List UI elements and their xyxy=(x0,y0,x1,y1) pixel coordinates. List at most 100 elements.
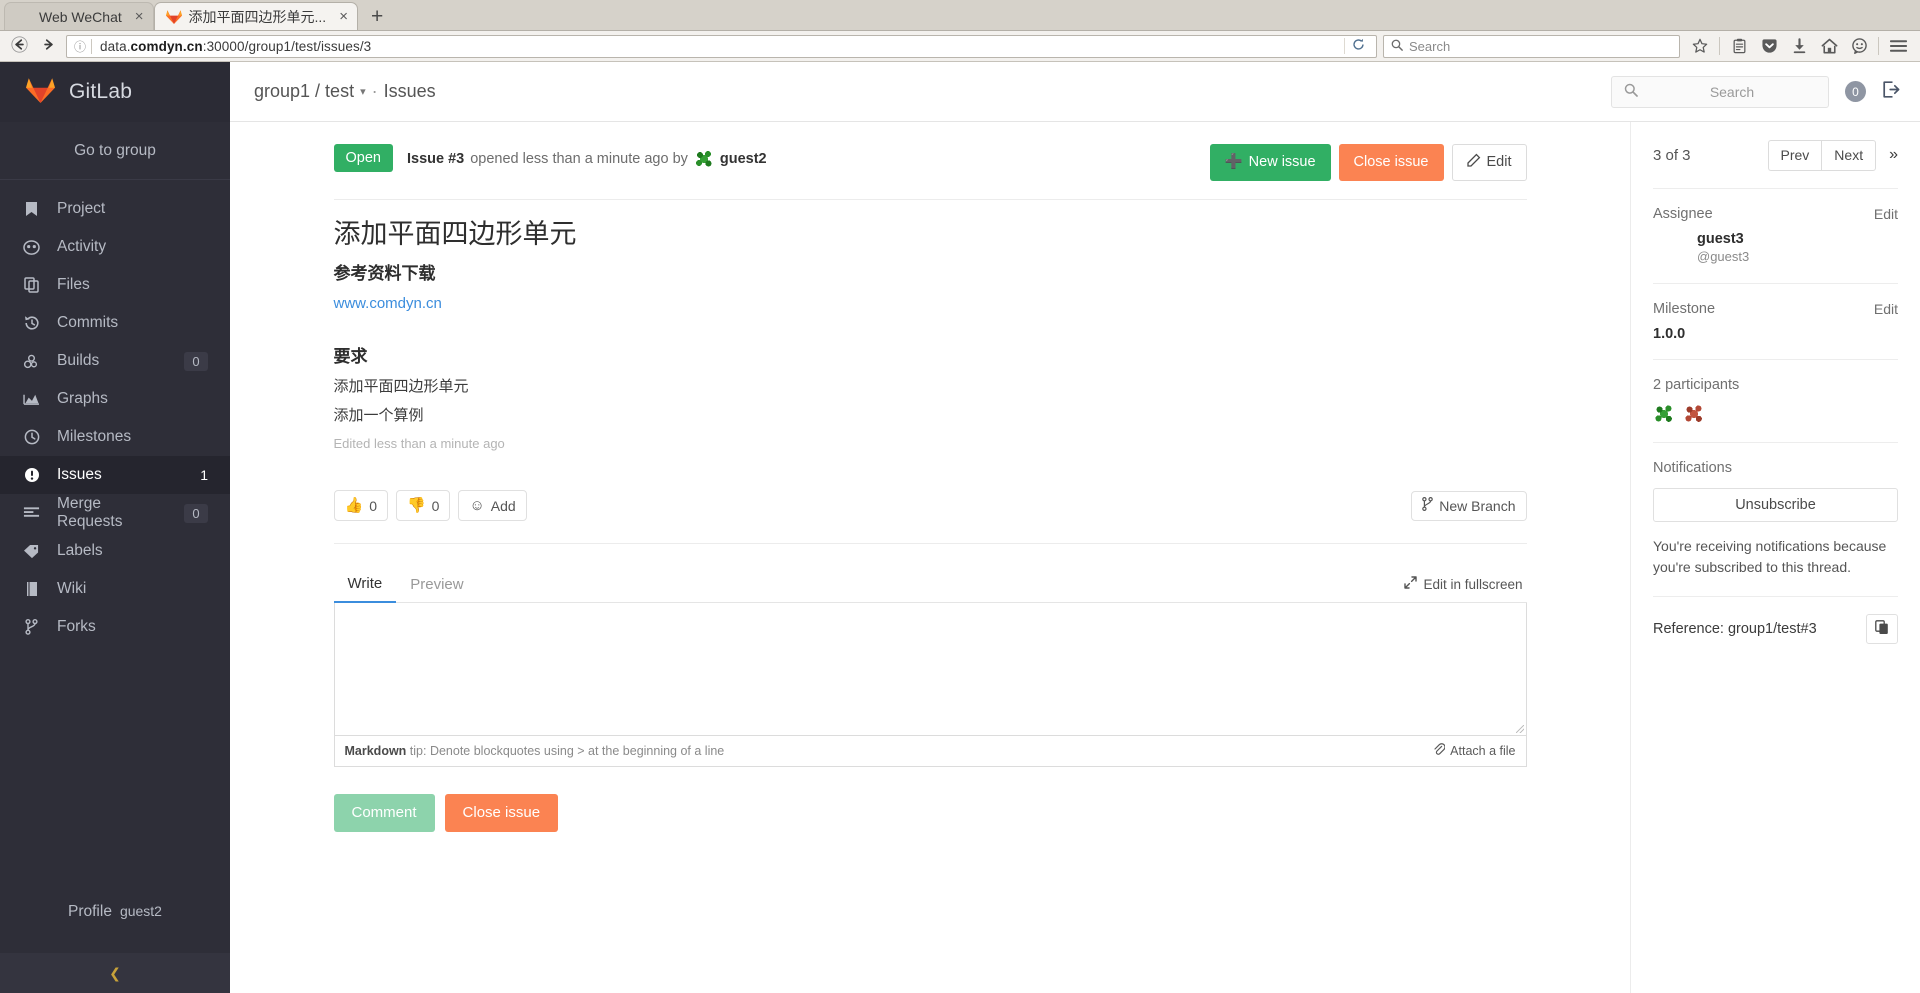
site-info-icon[interactable]: ⓘ xyxy=(74,38,86,55)
unsubscribe-button[interactable]: Unsubscribe xyxy=(1653,487,1898,522)
thumbs-up-button[interactable]: 👍 0 xyxy=(333,489,388,522)
new-branch-button[interactable]: New Branch xyxy=(1411,490,1527,521)
breadcrumb-issues[interactable]: Issues xyxy=(384,81,436,102)
back-icon[interactable] xyxy=(8,36,31,56)
pencil-icon xyxy=(1466,153,1481,172)
gitlab-logo-link[interactable]: GitLab xyxy=(0,62,230,122)
avatar xyxy=(693,149,714,169)
gitlab-search-input[interactable]: Search xyxy=(1611,75,1829,108)
sidebar-item-milestones[interactable]: Milestones xyxy=(0,418,230,456)
sidebar-item-issues[interactable]: Issues 1 xyxy=(0,456,230,494)
home-icon[interactable] xyxy=(1815,34,1843,58)
sync-chat-icon[interactable] xyxy=(1845,34,1873,58)
issue-description: 参考资料下载 www.comdyn.cn 要求 添加平面四边形单元 添加一个算例… xyxy=(334,258,1527,457)
sidebar-item-activity[interactable]: Activity xyxy=(0,228,230,266)
todos-count-badge[interactable]: 0 xyxy=(1845,81,1866,102)
breadcrumb-project[interactable]: group1 / test xyxy=(254,81,354,102)
sidebar-item-commits[interactable]: Commits xyxy=(0,304,230,342)
thumbs-down-button[interactable]: 👎 0 xyxy=(395,489,451,522)
new-issue-button[interactable]: ➕ New issue xyxy=(1209,144,1331,182)
milestone-edit-button[interactable]: Edit xyxy=(1874,301,1898,317)
breadcrumb-separator: · xyxy=(371,81,378,101)
issue-title: 添加平面四边形单元 xyxy=(333,219,577,250)
forward-icon[interactable] xyxy=(37,36,60,56)
notifications-section: Notifications Unsubscribe You're receivi… xyxy=(1653,441,1898,596)
sidebar-item-project[interactable]: Project xyxy=(0,190,230,228)
comment-textarea[interactable] xyxy=(334,603,1526,736)
gitlab-icon xyxy=(165,9,182,25)
browser-tab-title: Web WeChat xyxy=(39,8,122,25)
pocket-icon[interactable] xyxy=(1755,34,1783,58)
url-divider xyxy=(91,38,93,54)
award-emoji-row: 👍 0 👎 0 ☺ Add New Branch xyxy=(333,489,1527,522)
issue-author[interactable]: guest2 xyxy=(720,151,767,167)
assignee-value[interactable]: guest3 @guest3 xyxy=(1653,230,1898,266)
close-icon[interactable]: × xyxy=(135,9,144,24)
assignee-edit-button[interactable]: Edit xyxy=(1874,206,1898,222)
sidebar-item-label: Merge Requests xyxy=(57,495,123,530)
main-column: group1 / test ▾ · Issues Search 0 Open I… xyxy=(230,62,1920,993)
star-icon[interactable] xyxy=(1686,34,1714,58)
url-bar[interactable]: ⓘ data.comdyn.cn:30000/group1/test/issue… xyxy=(66,34,1377,58)
browser-tab-title: 添加平面四边形单元... xyxy=(188,8,327,25)
add-award-button[interactable]: ☺ Add xyxy=(458,489,527,522)
fullscreen-label: Edit in fullscreen xyxy=(1423,576,1523,592)
sidebar-item-labels[interactable]: Labels xyxy=(0,532,230,570)
chevron-double-right-icon[interactable]: » xyxy=(1889,146,1898,164)
reload-icon[interactable] xyxy=(1344,38,1372,54)
prev-issue-button[interactable]: Prev xyxy=(1767,140,1822,171)
close-icon[interactable]: × xyxy=(339,9,348,24)
sidebar-item-graphs[interactable]: Graphs xyxy=(0,380,230,418)
attach-file-button[interactable]: Attach a file xyxy=(1433,743,1516,759)
content-area: Open Issue #3 opened less than a minute … xyxy=(230,122,1920,993)
sidebar-item-wiki[interactable]: Wiki xyxy=(0,570,230,608)
sidebar-item-forks[interactable]: Forks xyxy=(0,608,230,646)
browser-search-placeholder: Search xyxy=(1409,38,1451,54)
copy-icon[interactable] xyxy=(1866,613,1898,645)
close-issue-button[interactable]: Close issue xyxy=(1338,144,1444,182)
divider xyxy=(333,199,1527,201)
avatar[interactable] xyxy=(1653,402,1675,425)
gitlab-page: GitLab Go to group Project Activity File… xyxy=(0,62,1920,993)
issue-opened-text: opened less than a minute ago by xyxy=(470,151,688,167)
comment-submit-button[interactable]: Comment xyxy=(333,794,435,833)
milestone-value[interactable]: 1.0.0 xyxy=(1653,326,1898,342)
browser-tab-wechat[interactable]: Web WeChat × xyxy=(4,2,154,30)
avatar xyxy=(1657,233,1687,263)
participants-title[interactable]: 2 participants xyxy=(1653,377,1898,393)
status-badge: Open xyxy=(333,144,393,173)
sidebar-collapse-button[interactable]: ❮ xyxy=(0,953,230,993)
avatar[interactable] xyxy=(1683,402,1705,425)
browser-search-input[interactable]: Search xyxy=(1383,34,1680,58)
browser-tab-gitlab[interactable]: 添加平面四边形单元... × xyxy=(153,2,358,30)
hamburger-menu-icon[interactable] xyxy=(1884,34,1912,58)
branch-icon xyxy=(1422,496,1434,515)
sidebar-item-builds[interactable]: Builds 0 xyxy=(0,342,230,380)
download-icon[interactable] xyxy=(1785,34,1813,58)
sign-out-icon[interactable] xyxy=(1882,80,1900,103)
sidebar-item-merge-requests[interactable]: Merge Requests 0 xyxy=(0,494,230,532)
edit-issue-button[interactable]: Edit xyxy=(1451,144,1527,182)
comment-form-actions: Comment Close issue xyxy=(333,794,1527,833)
sidebar-item-label: Milestones xyxy=(57,428,132,445)
edit-in-fullscreen-button[interactable]: Edit in fullscreen xyxy=(1404,576,1526,592)
tab-write[interactable]: Write xyxy=(333,566,397,604)
comment-close-issue-button[interactable]: Close issue xyxy=(444,794,559,833)
go-to-group-link[interactable]: Go to group xyxy=(0,122,230,180)
edited-timestamp: Edited less than a minute ago xyxy=(333,436,505,452)
milestone-section: Milestone Edit 1.0.0 xyxy=(1653,282,1898,359)
sidebar-item-files[interactable]: Files xyxy=(0,266,230,304)
description-link[interactable]: www.comdyn.cn xyxy=(334,295,442,312)
description-heading-2: 要求 xyxy=(333,346,368,366)
markdown-label[interactable]: Markdown xyxy=(345,744,407,758)
sidebar-profile-link[interactable]: Profile guest2 xyxy=(0,903,230,953)
tab-preview[interactable]: Preview xyxy=(396,567,477,602)
reading-list-icon[interactable] xyxy=(1725,34,1753,58)
toolbar-divider xyxy=(1719,37,1720,55)
sidebar-bottom: Profile guest2 ❮ xyxy=(0,903,230,993)
comment-form: Write Preview Edit in fullscreen Markdow… xyxy=(333,566,1527,833)
sidebar-item-label: Forks xyxy=(57,618,96,635)
chevron-down-icon[interactable]: ▾ xyxy=(360,85,366,98)
new-tab-button[interactable]: + xyxy=(358,6,396,30)
next-issue-button[interactable]: Next xyxy=(1821,140,1877,171)
